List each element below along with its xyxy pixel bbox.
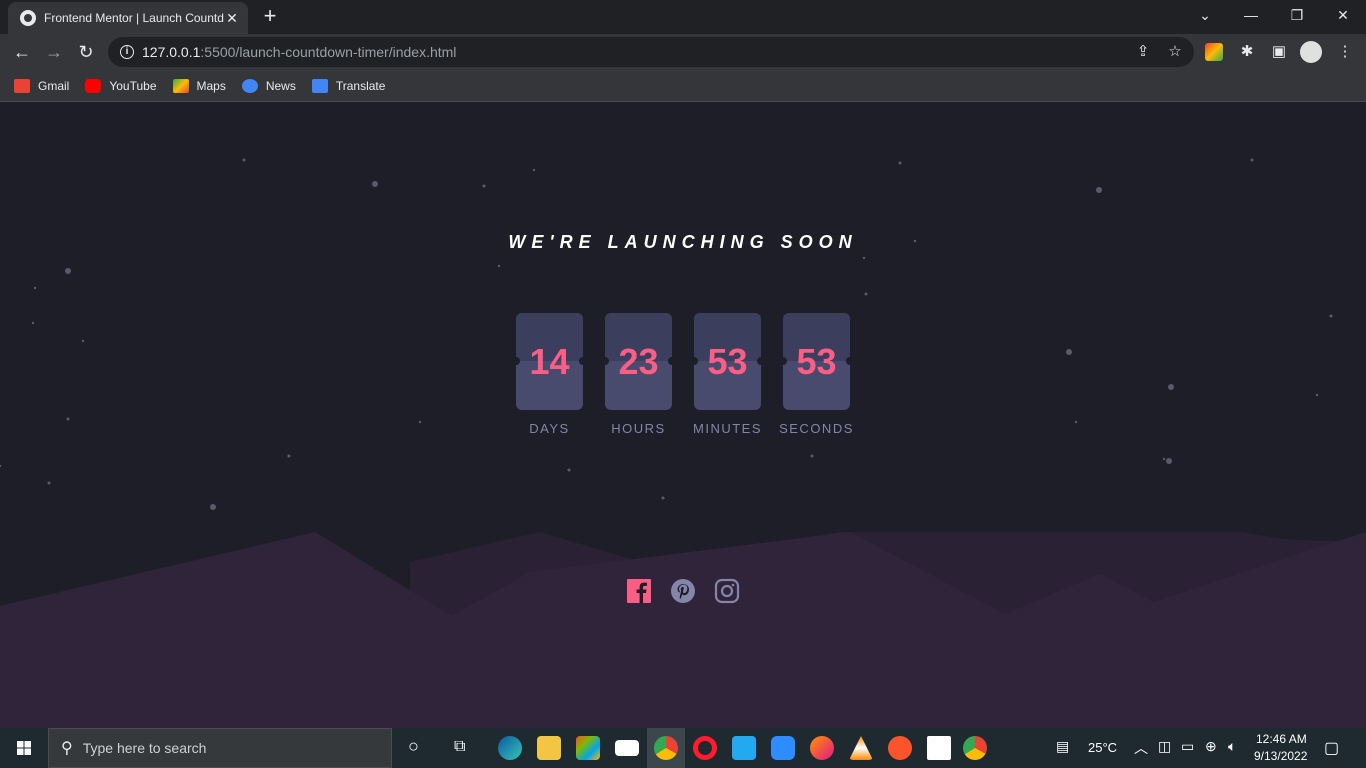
bookmark-label: News bbox=[265, 78, 296, 93]
site-info-icon[interactable]: i bbox=[120, 45, 134, 59]
meet-now-icon[interactable]: ◫ bbox=[1158, 738, 1171, 755]
bookmark-label: Maps bbox=[196, 78, 226, 93]
flip-card: 23 bbox=[605, 313, 672, 410]
flip-card: 14 bbox=[516, 313, 583, 410]
bookmark-translate[interactable]: Translate bbox=[311, 78, 386, 93]
extensions-puzzle-icon[interactable]: ✱ bbox=[1236, 41, 1258, 63]
mail-icon[interactable] bbox=[615, 740, 639, 756]
bookmark-youtube[interactable]: YouTube bbox=[85, 78, 157, 93]
profile-avatar[interactable] bbox=[1300, 41, 1322, 63]
reload-button[interactable]: ↻ bbox=[72, 38, 100, 66]
windows-taskbar: ⚲ Type here to search ○ ⧉ ▤ 25°C ︿ ◫ ▭ ⊕… bbox=[0, 728, 1366, 768]
vlc-icon[interactable] bbox=[849, 736, 873, 760]
temperature[interactable]: 25°C bbox=[1088, 740, 1117, 755]
task-view-icon[interactable]: ⧉ bbox=[454, 738, 465, 756]
share-icon[interactable]: ⇪ bbox=[1132, 41, 1154, 63]
restore-button[interactable]: ❐ bbox=[1274, 0, 1320, 30]
countdown-timer: 14 DAYS 23 HOURS 53 MINUTES 53 SECONDS bbox=[516, 313, 856, 443]
bookmark-label: Gmail bbox=[38, 78, 70, 93]
opera-icon[interactable] bbox=[693, 736, 717, 760]
hours-value: 23 bbox=[618, 341, 659, 382]
menu-kebab-icon[interactable]: ⋮ bbox=[1334, 41, 1356, 63]
url-host: 127.0.0.1 bbox=[142, 44, 201, 60]
bookmark-news[interactable]: News bbox=[241, 78, 296, 93]
extension-icon[interactable] bbox=[1205, 43, 1223, 61]
countdown-minutes: 53 MINUTES bbox=[693, 313, 761, 436]
close-tab-icon[interactable]: ✕ bbox=[224, 10, 240, 27]
file-explorer-icon[interactable] bbox=[537, 736, 561, 760]
chrome-icon[interactable] bbox=[963, 736, 987, 760]
photos-icon[interactable] bbox=[927, 736, 951, 760]
browser-toolbar: ← → ↻ i 127.0.0.1:5500/launch-countdown-… bbox=[0, 34, 1366, 70]
bookmarks-bar: Gmail YouTube Maps News Translate bbox=[0, 70, 1366, 102]
news-icon bbox=[241, 78, 258, 93]
seconds-label: SECONDS bbox=[779, 421, 854, 436]
translate-icon bbox=[311, 78, 328, 93]
battery-icon[interactable]: ▭ bbox=[1181, 738, 1194, 755]
side-panel-icon[interactable]: ▣ bbox=[1268, 41, 1290, 63]
flip-card: 53 bbox=[783, 313, 850, 410]
close-window-button[interactable]: ✕ bbox=[1320, 0, 1366, 30]
forward-button[interactable]: → bbox=[40, 38, 68, 66]
store-icon[interactable] bbox=[576, 736, 600, 760]
minimize-button[interactable]: — bbox=[1228, 0, 1274, 30]
bookmark-star-icon[interactable]: ☆ bbox=[1164, 41, 1186, 63]
notifications-icon[interactable]: ▢ bbox=[1324, 738, 1339, 758]
clock-date[interactable]: 9/13/2022 bbox=[1254, 749, 1307, 763]
favicon-icon bbox=[20, 10, 36, 26]
days-value: 14 bbox=[529, 341, 570, 382]
new-tab-button[interactable]: + bbox=[258, 4, 282, 28]
facebook-icon[interactable] bbox=[626, 578, 652, 604]
pinterest-icon[interactable] bbox=[670, 578, 696, 604]
tab-search-icon[interactable]: ⌄ bbox=[1182, 0, 1228, 30]
tab-title: Frontend Mentor | Launch Countdown Timer bbox=[44, 11, 224, 25]
bookmark-maps[interactable]: Maps bbox=[172, 78, 226, 93]
gmail-icon bbox=[14, 78, 30, 93]
search-placeholder: Type here to search bbox=[82, 740, 207, 756]
edge-icon[interactable] bbox=[498, 736, 522, 760]
hills-background bbox=[0, 532, 1366, 728]
tab-strip: Frontend Mentor | Launch Countdown Timer… bbox=[0, 0, 1366, 34]
flip-card: 53 bbox=[694, 313, 761, 410]
brave-icon[interactable] bbox=[888, 736, 912, 760]
search-icon: ⚲ bbox=[61, 740, 73, 757]
bookmark-gmail[interactable]: Gmail bbox=[14, 78, 70, 93]
volume-icon[interactable]: 🔈︎ bbox=[1228, 738, 1236, 755]
bookmark-label: Translate bbox=[335, 78, 386, 93]
clock-time[interactable]: 12:46 AM bbox=[1256, 732, 1307, 746]
countdown-hours: 23 HOURS bbox=[605, 313, 672, 436]
instagram-icon[interactable] bbox=[714, 578, 740, 604]
maps-icon bbox=[172, 78, 189, 93]
page-headline: WE'RE LAUNCHING SOON bbox=[508, 232, 858, 252]
back-button[interactable]: ← bbox=[8, 38, 36, 66]
url-path: :5500/launch-countdown-timer/index.html bbox=[200, 44, 457, 60]
news-widget-icon[interactable]: ▤ bbox=[1056, 738, 1069, 755]
address-bar[interactable]: i 127.0.0.1:5500/launch-countdown-timer/… bbox=[108, 37, 1194, 67]
windows-start-icon[interactable] bbox=[0, 728, 48, 768]
page-viewport: WE'RE LAUNCHING SOON 14 DAYS 23 HOURS 53… bbox=[0, 102, 1366, 728]
minutes-value: 53 bbox=[707, 341, 748, 382]
chrome-icon[interactable] bbox=[654, 736, 678, 760]
browser-tab[interactable]: Frontend Mentor | Launch Countdown Timer… bbox=[8, 2, 248, 34]
countdown-days: 14 DAYS bbox=[516, 313, 583, 436]
cortana-icon[interactable]: ○ bbox=[408, 736, 419, 757]
social-links bbox=[626, 578, 742, 604]
bookmark-label: YouTube bbox=[109, 78, 157, 93]
taskbar-search-input[interactable]: ⚲ Type here to search bbox=[48, 728, 392, 768]
countdown-seconds: 53 SECONDS bbox=[779, 313, 852, 436]
youtube-icon bbox=[85, 78, 102, 93]
chevron-up-icon[interactable]: ︿ bbox=[1134, 738, 1148, 758]
seconds-value: 53 bbox=[796, 341, 837, 382]
network-globe-icon[interactable]: ⊕ bbox=[1205, 738, 1217, 755]
zoom-icon[interactable] bbox=[771, 736, 795, 760]
firefox-icon[interactable] bbox=[810, 736, 834, 760]
vscode-icon[interactable] bbox=[732, 736, 756, 760]
